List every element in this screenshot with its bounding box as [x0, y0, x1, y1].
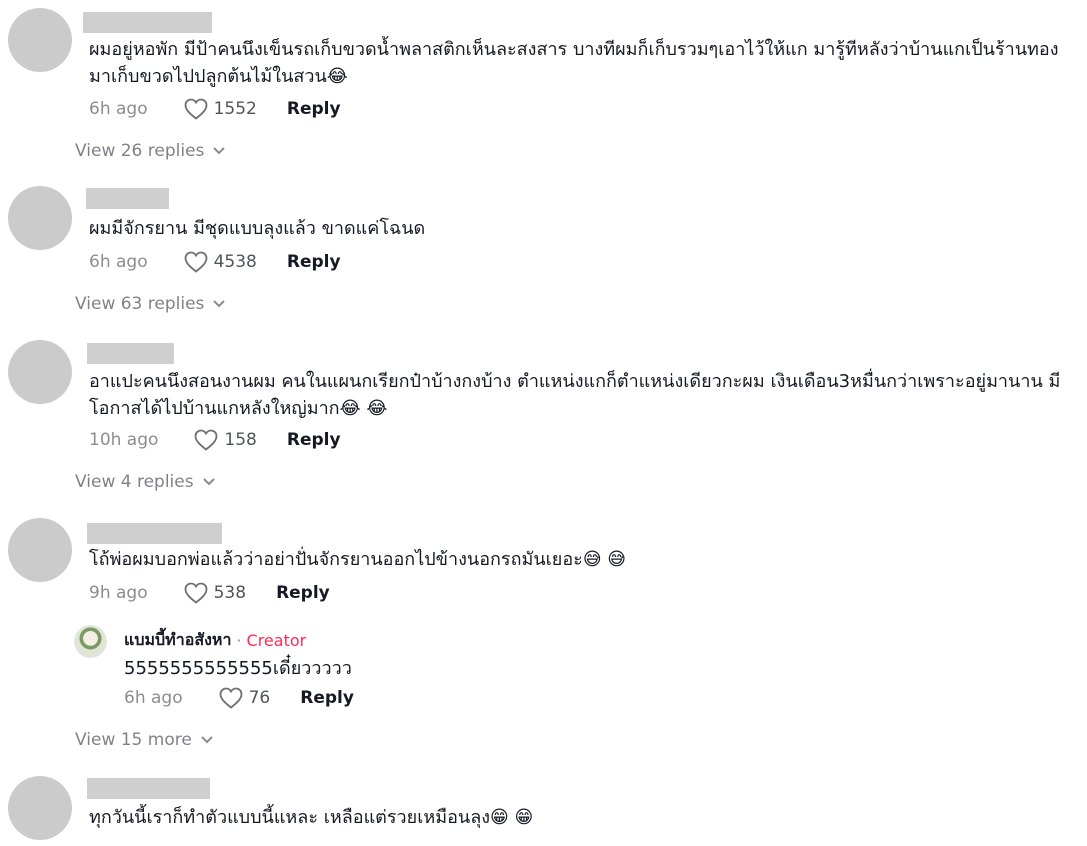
comment-time: 10h ago	[89, 430, 159, 450]
reply-button[interactable]: Reply	[287, 252, 341, 272]
view-replies-button[interactable]: View 4 replies	[75, 472, 216, 492]
like-count: 1552	[213, 99, 257, 119]
heart-icon	[184, 582, 208, 604]
view-replies-label: View 26 replies	[75, 141, 205, 161]
heart-icon	[184, 98, 208, 120]
avatar[interactable]	[8, 186, 72, 250]
chevron-down-icon	[213, 300, 226, 308]
comment-text: ผมมีจักรยาน มีชุดแบบลุงแล้ว ขาดแค่โฉนด	[89, 218, 426, 239]
username-redacted[interactable]	[86, 188, 169, 209]
comment-text: ผมอยู่หอพัก มีป้าคนนึงเข็นรถเก็บขวดน้ำพล…	[89, 39, 1059, 87]
like-count: 158	[224, 430, 257, 450]
chevron-down-icon	[202, 478, 215, 486]
comment-meta: 6h ago 4538 Reply	[89, 250, 341, 274]
avatar[interactable]	[8, 8, 72, 72]
comment-meta: 9h ago 538 Reply	[89, 581, 330, 605]
view-replies-label: View 4 replies	[75, 472, 194, 492]
reply-button[interactable]: Reply	[287, 430, 341, 450]
view-more-button[interactable]: View 15 more	[75, 730, 214, 750]
like-count: 4538	[213, 252, 257, 272]
comment-time: 9h ago	[89, 583, 148, 603]
chevron-down-icon	[201, 736, 213, 744]
like-button[interactable]: 1552	[184, 98, 257, 120]
heart-icon	[195, 429, 218, 451]
comment-text: ทุกวันนี้เราก็ทำตัวแบบนี้แหละ เหลือแต่รว…	[89, 807, 534, 828]
like-button[interactable]: 158	[194, 429, 257, 451]
reply-button[interactable]: Reply	[287, 99, 341, 119]
username-redacted[interactable]	[87, 778, 210, 799]
creator-username[interactable]: แบมบี้ทำอสังหา	[124, 628, 231, 653]
comment-time: 6h ago	[89, 252, 148, 272]
separator-dot: ·	[236, 631, 242, 650]
heart-icon	[219, 687, 243, 709]
creator-avatar[interactable]	[74, 625, 107, 658]
creator-name-row: แบมบี้ทำอสังหา · Creator	[124, 628, 306, 653]
avatar[interactable]	[8, 340, 72, 404]
avatar[interactable]	[8, 776, 72, 840]
like-button[interactable]: 538	[184, 582, 246, 604]
heart-icon	[184, 251, 208, 273]
creator-reply-text: 5555555555555เดี๋ยววววว	[124, 658, 352, 679]
view-replies-label: View 63 replies	[75, 294, 205, 314]
username-redacted[interactable]	[87, 343, 174, 364]
view-replies-button[interactable]: View 26 replies	[75, 141, 226, 161]
comment-text: โถ้พ่อผมบอกพ่อแล้วว่าอย่าปั่นจักรยานออกไ…	[89, 549, 627, 570]
like-count: 76	[248, 688, 271, 708]
like-button[interactable]: 76	[219, 687, 271, 709]
comment-meta: 10h ago 158 Reply	[89, 428, 341, 452]
like-button[interactable]: 4538	[184, 251, 257, 273]
reply-button[interactable]: Reply	[300, 688, 354, 708]
like-count: 538	[213, 583, 247, 603]
comment-meta: 6h ago 1552 Reply	[89, 97, 341, 121]
comment-time: 6h ago	[124, 688, 183, 708]
username-redacted[interactable]	[83, 12, 212, 33]
view-more-label: View 15 more	[75, 730, 192, 750]
comment-time: 6h ago	[89, 99, 148, 119]
comment-text: อาแปะคนนึงสอนงานผม คนในแผนกเรียกป๋าบ้างก…	[89, 371, 1061, 419]
creator-reply-meta: 6h ago 76 Reply	[124, 686, 354, 710]
username-redacted[interactable]	[87, 523, 222, 544]
view-replies-button[interactable]: View 63 replies	[75, 294, 226, 314]
reply-button[interactable]: Reply	[276, 583, 330, 603]
creator-badge: Creator	[246, 631, 307, 650]
chevron-down-icon	[213, 147, 226, 155]
avatar[interactable]	[8, 518, 72, 582]
